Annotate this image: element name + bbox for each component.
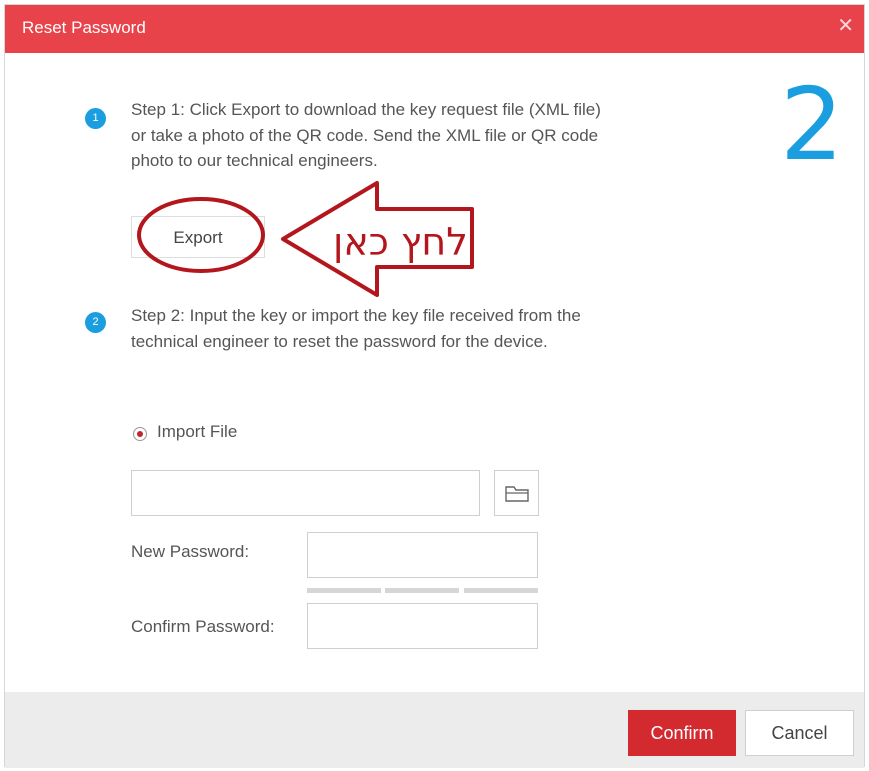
step-1-badge: 1: [85, 108, 106, 129]
reset-password-dialog: Reset Password ✕ 2 1 Step 1: Click Expor…: [4, 4, 865, 768]
step-1-instructions: Step 1: Click Export to download the key…: [131, 100, 601, 170]
new-password-input[interactable]: [307, 532, 538, 578]
browse-file-button[interactable]: [494, 470, 539, 516]
new-password-label: New Password:: [131, 542, 250, 561]
folder-icon: [505, 486, 529, 502]
annotation-text: לחץ כאן: [333, 220, 468, 264]
export-button[interactable]: Export: [131, 216, 265, 258]
import-file-label: Import File: [157, 422, 238, 441]
confirm-password-label: Confirm Password:: [131, 617, 275, 636]
confirm-password-input[interactable]: [307, 603, 538, 649]
step-2-badge: 2: [85, 312, 106, 333]
import-file-path-input[interactable]: [131, 470, 480, 516]
close-icon[interactable]: ✕: [837, 16, 854, 36]
password-strength-bar-medium: [385, 588, 459, 593]
password-strength-bar-weak: [307, 588, 381, 593]
confirm-button[interactable]: Confirm: [628, 710, 736, 756]
dialog-title: Reset Password: [22, 18, 146, 37]
cancel-button[interactable]: Cancel: [745, 710, 854, 756]
password-strength-bar-strong: [464, 588, 538, 593]
current-step-number: 2: [780, 66, 844, 183]
dialog-titlebar: Reset Password ✕: [5, 5, 864, 53]
import-file-radio[interactable]: [133, 427, 147, 441]
step-2-instructions: Step 2: Input the key or import the key …: [131, 306, 581, 351]
